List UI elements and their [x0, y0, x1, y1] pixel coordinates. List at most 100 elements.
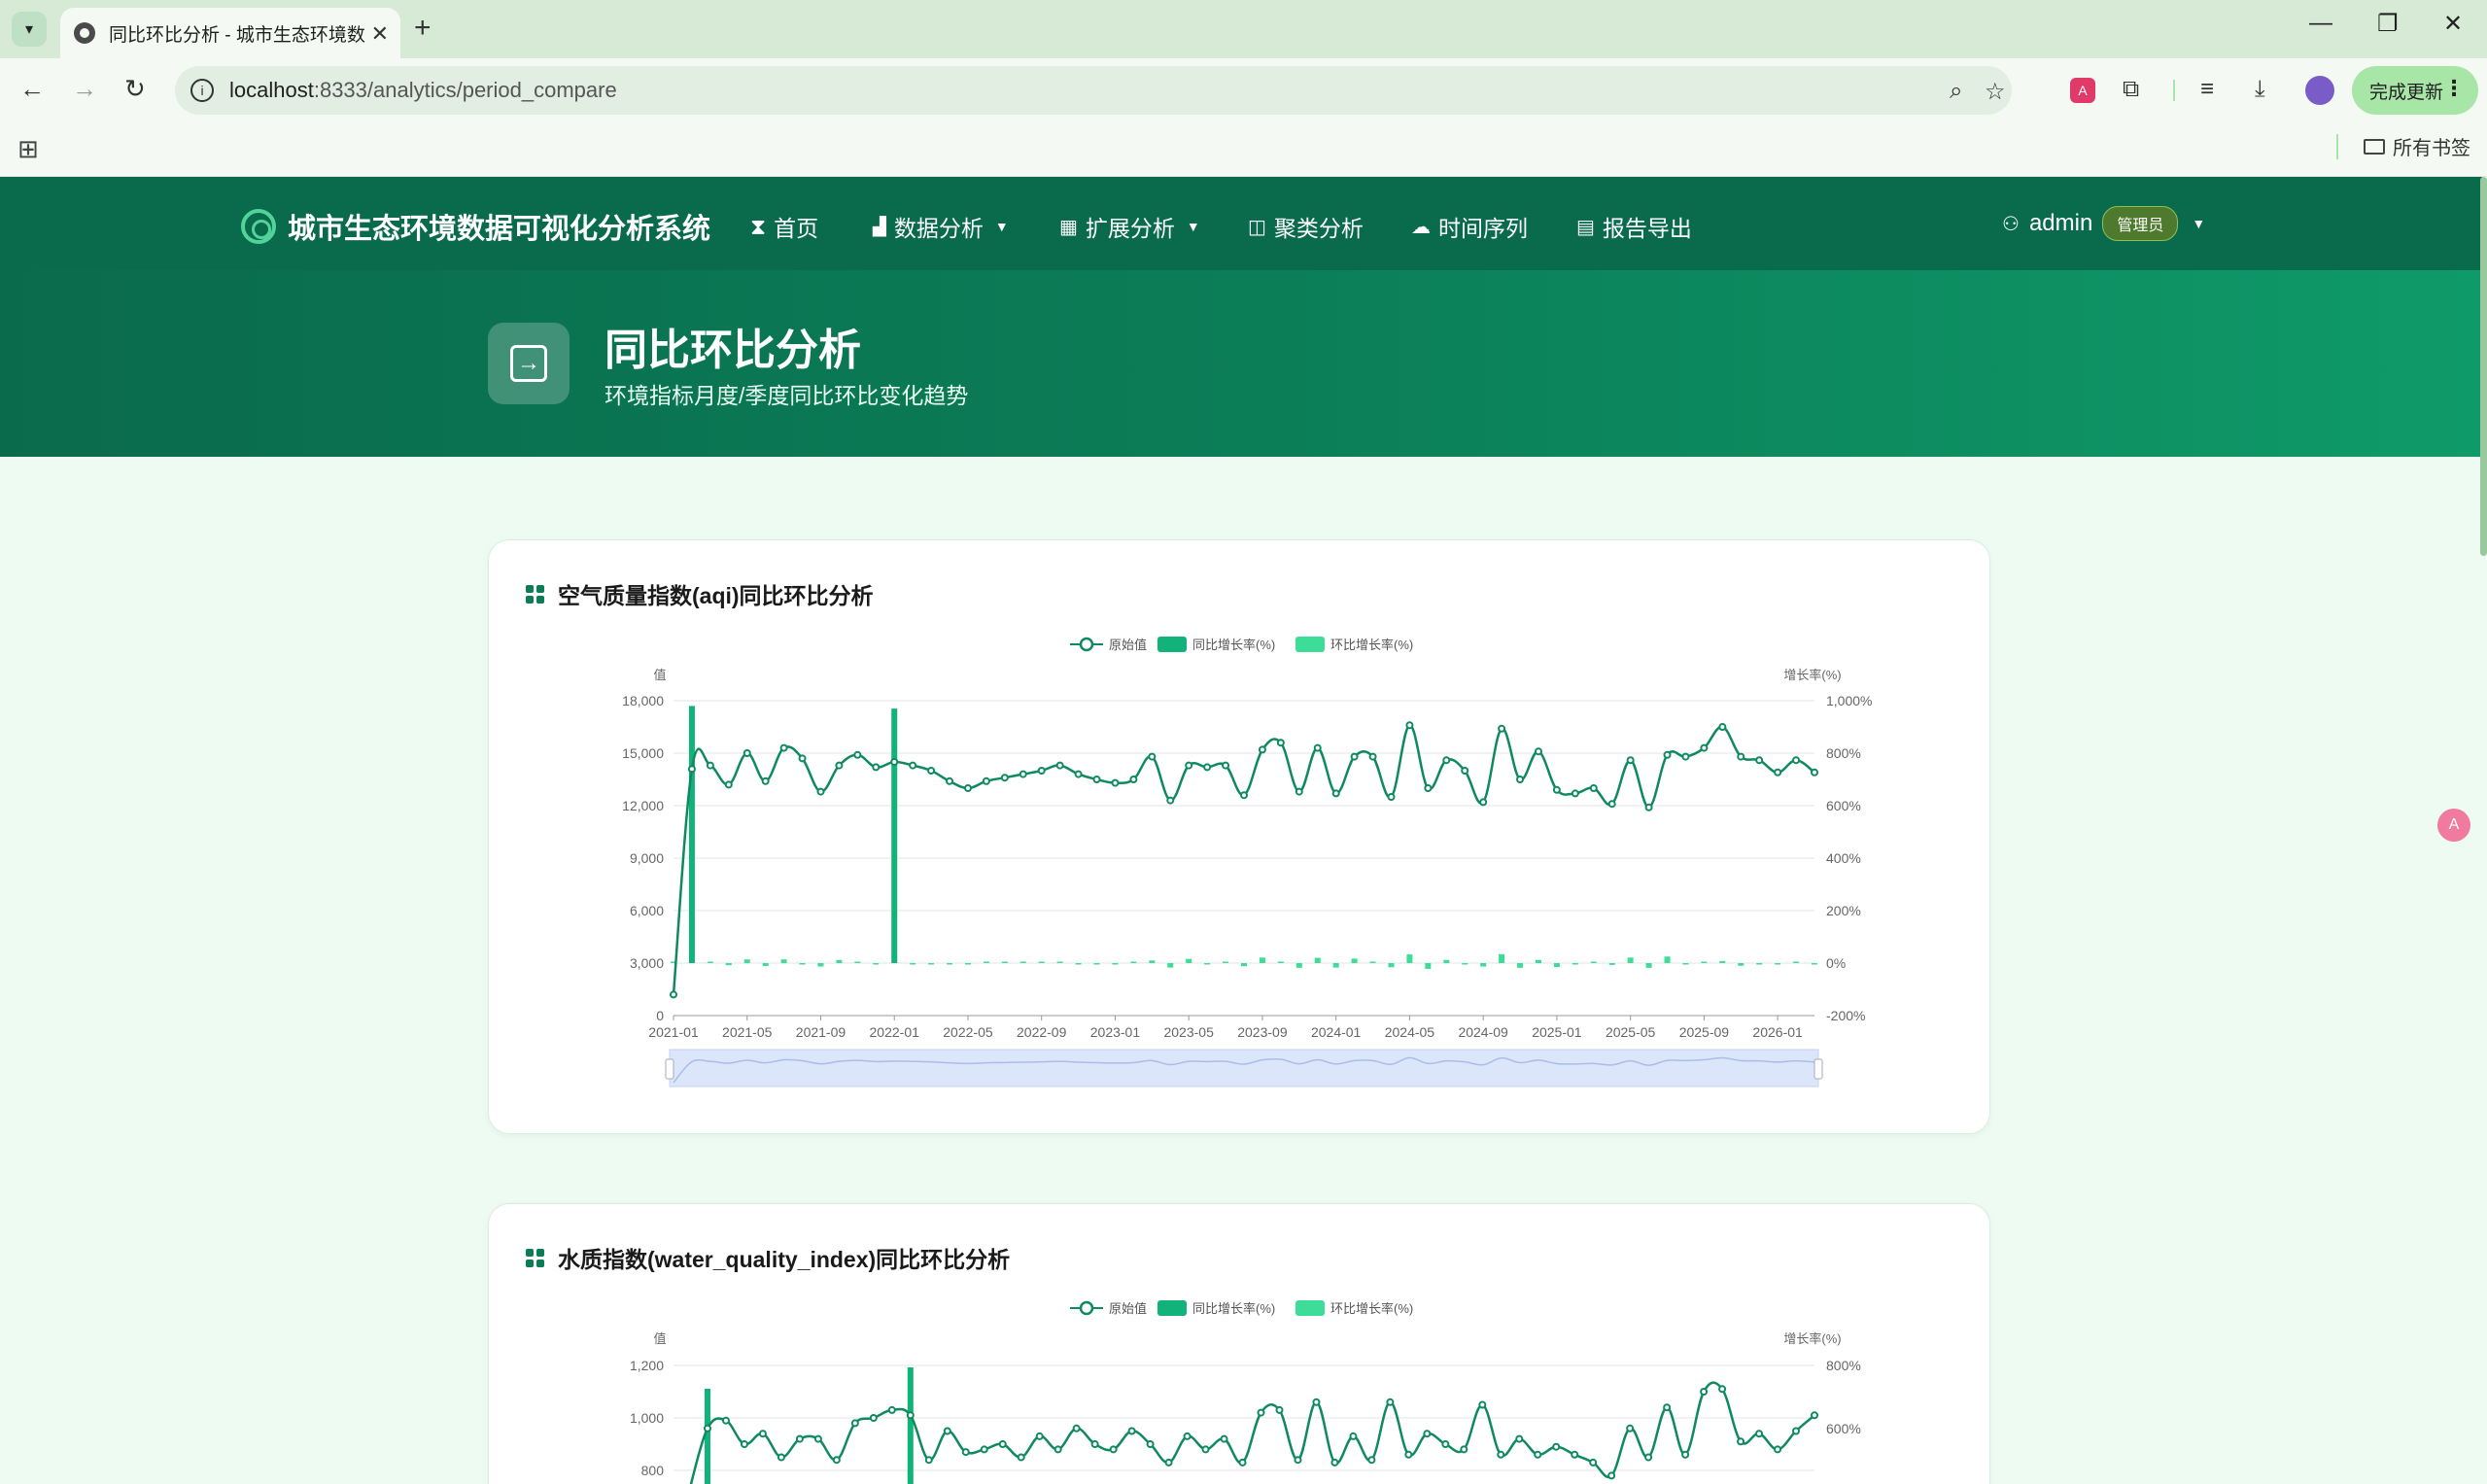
tab-search-button[interactable]: ▾ [12, 12, 47, 47]
new-tab-plus-icon[interactable]: + [414, 12, 432, 45]
translate-extension-icon[interactable]: A [2070, 78, 2095, 103]
url-text[interactable]: localhost:8333/analytics/period_compare [229, 78, 617, 103]
star-icon[interactable]: ☆ [1985, 78, 2006, 106]
mom-bar [1425, 963, 1432, 969]
brand-link[interactable]: 城市生态环境数据可视化分析系统 [241, 206, 710, 247]
minimize-icon[interactable]: — [2309, 10, 2332, 37]
raw-value-point [1386, 1398, 1395, 1406]
app-navbar: 城市生态环境数据可视化分析系统 ⧗ 首页 ▟ 数据分析 ▼ ▦ 扩展分析 ▼ ◫… [0, 177, 2482, 270]
all-bookmarks-label: 所有书签 [2393, 138, 2470, 159]
mom-bar [1186, 958, 1192, 963]
user-menu[interactable]: ⚇ admin 管理员 ▼ [2002, 206, 2205, 241]
raw-value-point [1644, 1453, 1653, 1462]
floating-translate-icon[interactable]: A [2437, 809, 2470, 842]
raw-value-point [1424, 784, 1433, 792]
mom-bar [1259, 957, 1265, 963]
mom-bar [1590, 961, 1597, 963]
raw-value-point [887, 1405, 896, 1414]
restore-icon[interactable]: ❐ [2377, 10, 2399, 38]
raw-value-point [1240, 791, 1248, 800]
y-axis-label-left: 值 [653, 668, 666, 682]
bookmarks-bar: ⊞ 所有书签 [0, 122, 2487, 177]
y-tick-label-left: 1,000 [630, 1410, 664, 1426]
forward-arrow-icon[interactable]: → [72, 74, 97, 104]
mom-bar [743, 959, 750, 963]
nav-report-export[interactable]: ▤ 报告导出 [1576, 210, 1692, 243]
nav-data-analysis[interactable]: ▟ 数据分析 ▼ [873, 210, 1009, 243]
site-info-icon[interactable]: i [190, 79, 214, 102]
raw-value-point [1811, 768, 1818, 777]
legend-mom-swatch [1295, 637, 1325, 652]
tab-title: 同比环比分析 - 城市生态环境数 [109, 24, 365, 46]
raw-value-point [1681, 752, 1690, 761]
raw-value-point [980, 1445, 988, 1454]
raw-value-point [963, 784, 972, 792]
x-tick-label: 2024-05 [1385, 1024, 1435, 1040]
nav-home[interactable]: ⧗ 首页 [750, 210, 818, 243]
raw-value-point [906, 1411, 915, 1420]
nav-time-series[interactable]: ☁ 时间序列 [1411, 210, 1528, 243]
update-button[interactable]: 完成更新 ⋮ [2352, 66, 2478, 115]
page-header: → 同比环比分析 环境指标月度/季度同比环比变化趋势 [0, 270, 2482, 457]
raw-value-point [1350, 752, 1359, 761]
mom-bar [1738, 963, 1744, 966]
address-bar[interactable]: i localhost:8333/analytics/period_compar… [175, 66, 2012, 115]
raw-value-point [1109, 1445, 1118, 1454]
y-axis-label-right: 增长率(%) [1783, 1331, 1841, 1346]
raw-value-point [1607, 800, 1616, 809]
raw-value-point [795, 1434, 804, 1443]
aqi-compare-chart[interactable]: 原始值 同比增长率(%) 环比增长率(%) 值 增长率(%) 0 -200% 3,000 0% 6… [489, 540, 1991, 1135]
raw-value-point [1127, 1427, 1136, 1435]
raw-value-point [1368, 752, 1377, 761]
download-icon[interactable]: ⤓ [2255, 76, 2265, 103]
brand-title: 城市生态环境数据可视化分析系统 [288, 214, 711, 245]
mom-bar [1775, 963, 1781, 965]
x-tick-label: 2021-05 [722, 1024, 773, 1040]
nav-extended-analysis[interactable]: ▦ 扩展分析 ▼ [1059, 210, 1200, 243]
mom-bar [854, 961, 861, 963]
media-queue-icon[interactable]: ≡ [2200, 76, 2214, 103]
apps-grid-icon[interactable]: ⊞ [17, 134, 39, 164]
mom-bar [1056, 961, 1063, 963]
raw-value-point [1663, 750, 1672, 759]
raw-value-point [1037, 767, 1046, 775]
x-tick-label: 2024-01 [1311, 1024, 1362, 1040]
x-tick-label: 2023-09 [1237, 1024, 1288, 1040]
close-icon[interactable]: ✕ [371, 21, 389, 47]
raw-value-point [1238, 1458, 1247, 1467]
browser-tab-active[interactable]: 同比环比分析 - 城市生态环境数 ✕ [60, 8, 400, 58]
y-tick-label-right: 800% [1826, 1358, 1861, 1373]
raw-value-point [998, 1440, 1007, 1448]
puzzle-extension-icon[interactable]: ⧉ [2123, 76, 2139, 103]
window-close-icon[interactable]: ✕ [2443, 10, 2463, 38]
raw-value-line [689, 1381, 1815, 1484]
y-tick-label-right: 1,000% [1826, 693, 1872, 708]
back-arrow-icon[interactable]: ← [19, 74, 45, 104]
mom-bar [1112, 963, 1119, 965]
raw-value-point [1552, 1442, 1561, 1451]
raw-value-point [1571, 789, 1579, 798]
reload-icon[interactable]: ↻ [124, 74, 146, 104]
raw-value-point [1534, 1450, 1542, 1459]
raw-value-point [1404, 1450, 1413, 1459]
raw-value-point [1755, 756, 1764, 765]
mom-bar [928, 963, 935, 965]
raw-value-point [1185, 761, 1193, 770]
raw-value-point [761, 777, 770, 785]
nav-cluster-analysis[interactable]: ◫ 聚类分析 [1248, 210, 1364, 243]
zoom-icon[interactable]: ⌕ [1950, 78, 1962, 105]
mom-bar [799, 963, 806, 965]
page-scrollbar[interactable] [2480, 177, 2487, 556]
mom-bar [1645, 963, 1652, 968]
raw-value-point [1681, 1450, 1690, 1459]
mom-bar [688, 706, 695, 963]
chart-card-aqi: 空气质量指数(aqi)同比环比分析 原始值 同比增长率(%) 环比增长率(%) 值增长… [488, 539, 1990, 1134]
mom-bar [1443, 959, 1450, 963]
all-bookmarks-folder[interactable]: 所有书签 [2364, 132, 2470, 160]
raw-value-point [1626, 756, 1635, 765]
raw-value-point [1774, 768, 1782, 777]
profile-avatar[interactable] [2305, 76, 2334, 105]
raw-value-point [1129, 776, 1138, 783]
mom-bar [725, 963, 732, 966]
water-quality-compare-chart[interactable]: 原始值 同比增长率(%) 环比增长率(%) 值 增长率(%) 800 1,000 1,200 8… [489, 1204, 1991, 1484]
